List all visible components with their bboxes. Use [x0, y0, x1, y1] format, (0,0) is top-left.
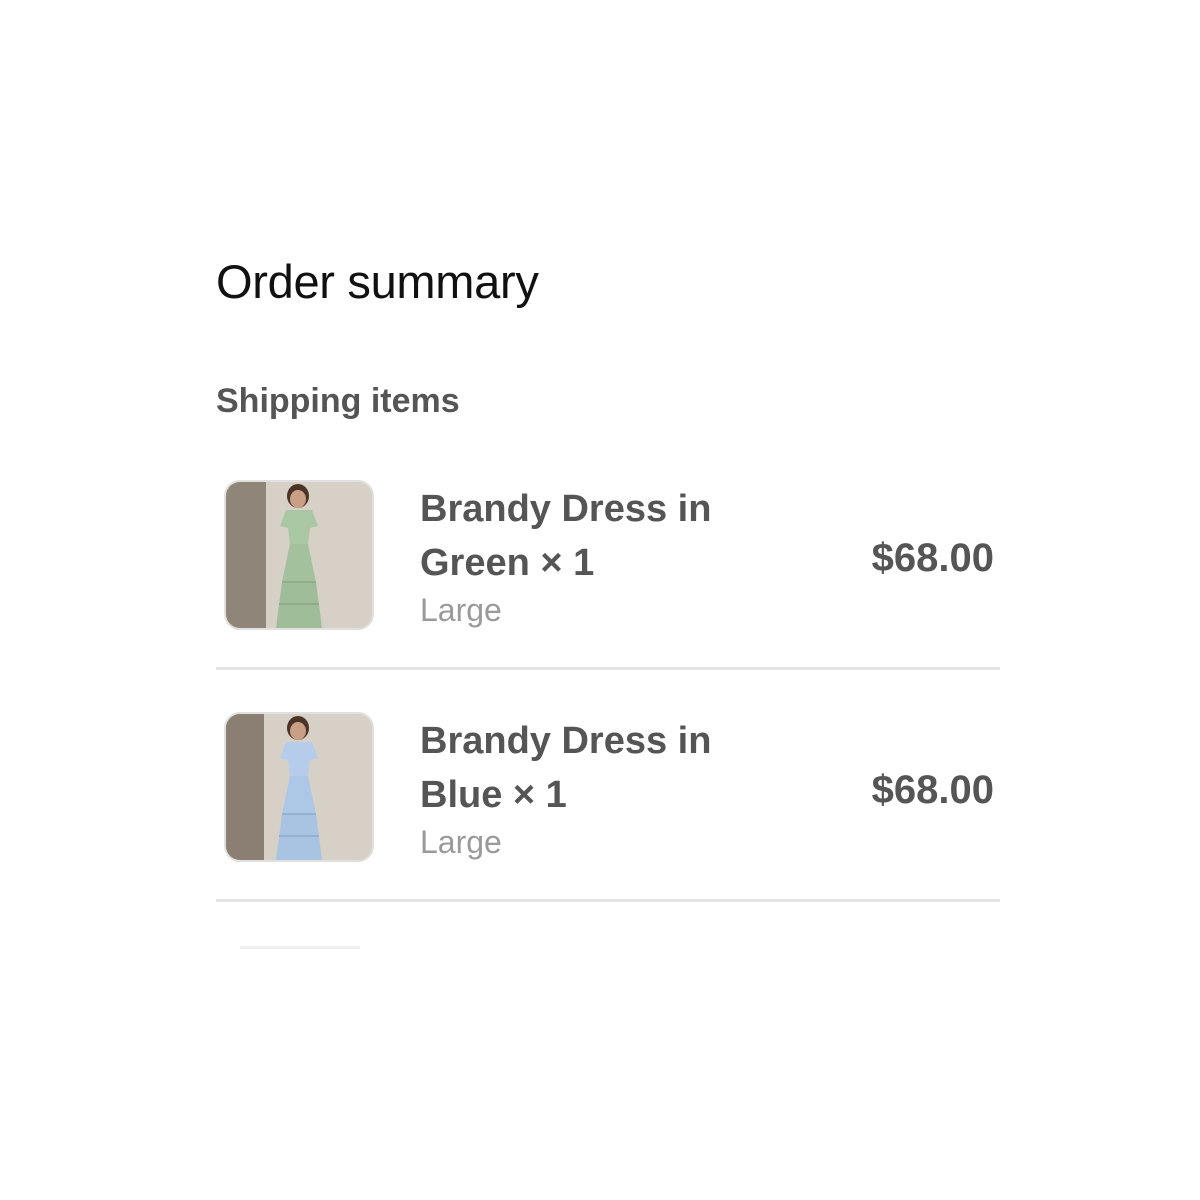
green-dress-image: [226, 482, 372, 628]
product-variant: Large: [420, 824, 502, 860]
product-info: Brandy Dress in Green × 1 Large: [420, 482, 780, 630]
next-item-edge: [240, 946, 360, 949]
blue-dress-image: [226, 714, 372, 860]
product-name-line-2: Blue × 1: [420, 774, 567, 816]
product-price: $68.00: [871, 768, 994, 812]
order-summary-page: Order summary Shipping items Brandy Dres…: [0, 0, 1200, 1200]
shipping-items-list: Brandy Dress in Green × 1 Large $68.00 B…: [216, 470, 1000, 902]
section-label-shipping-items: Shipping items: [216, 382, 460, 420]
product-info: Brandy Dress in Blue × 1 Large: [420, 714, 780, 862]
product-thumbnail: [224, 480, 374, 630]
list-item[interactable]: Brandy Dress in Blue × 1 Large $68.00: [216, 702, 1000, 902]
product-price: $68.00: [871, 536, 994, 580]
product-name-line-2: Green × 1: [420, 542, 595, 584]
page-title: Order summary: [216, 255, 539, 308]
list-item[interactable]: Brandy Dress in Green × 1 Large $68.00: [216, 470, 1000, 670]
product-name-line-1: Brandy Dress in: [420, 488, 712, 530]
product-variant: Large: [420, 592, 502, 628]
product-thumbnail: [224, 712, 374, 862]
product-name-line-1: Brandy Dress in: [420, 720, 712, 762]
